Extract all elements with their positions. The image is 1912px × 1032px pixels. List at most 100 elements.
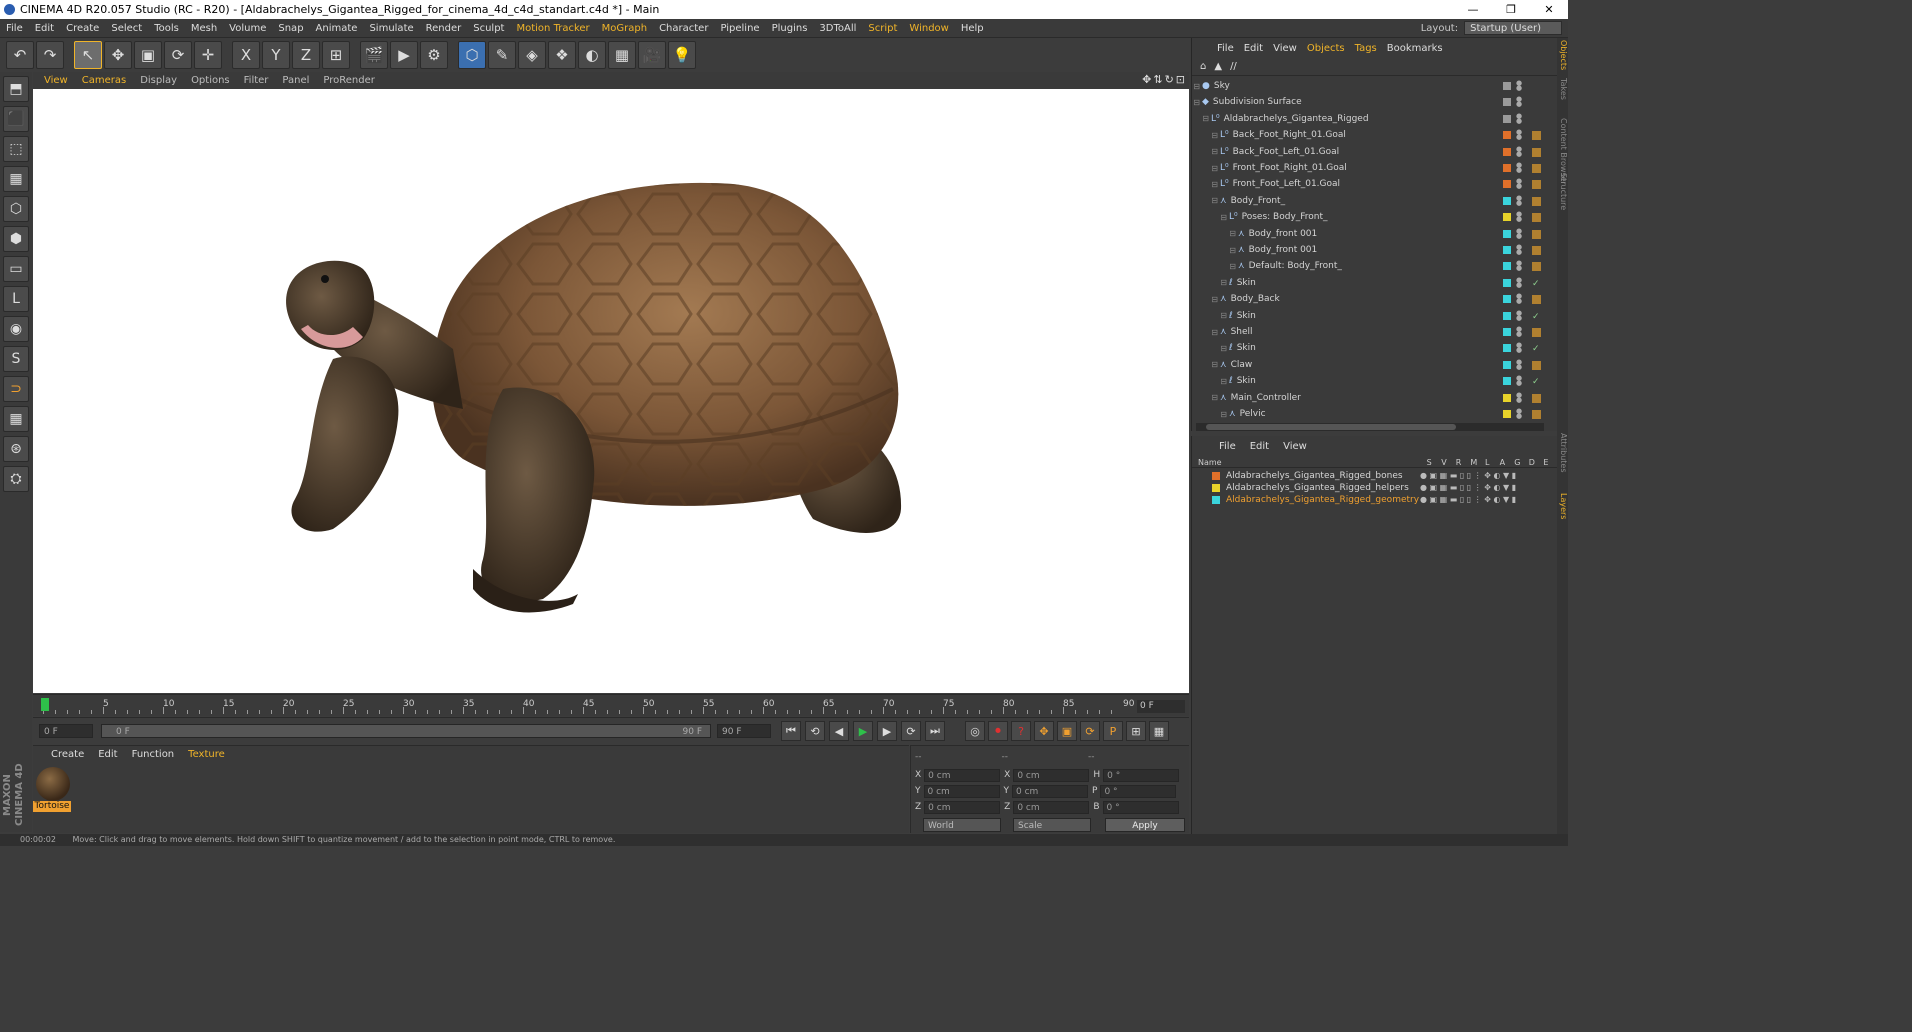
pen-icon[interactable]: ✎ (488, 40, 516, 69)
object-row[interactable]: ⊟ ⋏ Pelvic ● ● (1192, 406, 1547, 421)
render-settings-icon[interactable]: ⚙ (420, 40, 448, 69)
coordinate-system-icon[interactable]: ⊞ (322, 40, 350, 69)
rotation-b-field[interactable]: 0 ° (1102, 800, 1179, 814)
layer-color-swatch[interactable] (1503, 180, 1511, 189)
layer-color-swatch[interactable] (1503, 147, 1511, 156)
layer-color-swatch[interactable] (1503, 114, 1511, 123)
layer-color-swatch[interactable] (1503, 328, 1511, 336)
go-to-start-button[interactable]: ⏮ (781, 721, 801, 741)
material-swatch-tortoise[interactable] (36, 767, 70, 801)
object-menu-tags[interactable]: Tags (1350, 43, 1382, 54)
maximize-view-icon[interactable]: ⊡ (1176, 73, 1185, 86)
next-key-button[interactable]: ⟳ (901, 721, 921, 741)
viewport-menu-panel[interactable]: Panel (275, 75, 316, 86)
object-row[interactable]: ⊟ ● Sky ● ● (1192, 78, 1547, 94)
object-row[interactable]: ⊟ ℓ Skin ● ● ✓ (1192, 340, 1547, 356)
expand-toggle-icon[interactable]: ⊟ (1192, 344, 1229, 353)
light-icon[interactable]: 💡 (668, 40, 696, 69)
expand-toggle-icon[interactable]: ⊟ (1192, 278, 1229, 287)
left-tool-13-icon[interactable]: ⊛ (3, 436, 29, 462)
object-tag-icon[interactable] (1532, 262, 1541, 272)
select-arrow-icon[interactable]: ↖ (74, 40, 102, 69)
object-row[interactable]: ⊟ L⁰ Front_Foot_Right_01.Goal ● ● (1192, 160, 1547, 176)
menu-render[interactable]: Render (420, 23, 468, 34)
layer-color-swatch[interactable] (1503, 98, 1511, 107)
minimize-button[interactable]: — (1454, 0, 1492, 19)
object-row[interactable]: ⊟ L⁰ Back_Foot_Right_01.Goal ● ● (1192, 127, 1547, 143)
autokey-icon[interactable]: ⏺ (988, 721, 1008, 741)
object-menu-bookmarks[interactable]: Bookmarks (1382, 43, 1448, 54)
object-tag-icon[interactable] (1532, 393, 1541, 403)
scale-icon[interactable]: ▣ (134, 40, 162, 69)
previous-frame-button[interactable]: ◀ (829, 721, 849, 741)
visibility-dots-icon[interactable]: ● ● (1516, 342, 1522, 354)
expand-toggle-icon[interactable]: ⊟ (1192, 262, 1238, 271)
material-menu-edit[interactable]: Edit (98, 749, 117, 760)
visibility-dots-icon[interactable]: ● ● (1516, 260, 1522, 272)
visibility-dots-icon[interactable]: ● ● (1516, 194, 1522, 206)
menu-edit[interactable]: Edit (29, 23, 60, 34)
object-tag-icon[interactable] (1532, 246, 1541, 255)
object-tag-icon[interactable]: ✓ (1532, 312, 1541, 322)
viewport-menu-options[interactable]: Options (184, 75, 237, 86)
menu-snap[interactable]: Snap (272, 23, 309, 34)
pan-view-icon[interactable]: ✥ (1142, 73, 1151, 86)
left-tool-8-icon[interactable]: L (3, 286, 29, 312)
layer-color-chip[interactable] (1212, 472, 1220, 480)
visibility-dots-icon[interactable]: ● ● (1516, 309, 1522, 321)
visibility-dots-icon[interactable]: ● ● (1516, 96, 1522, 108)
object-tag-icon[interactable] (1532, 164, 1541, 173)
position-z-field[interactable]: 0 cm (924, 800, 1001, 814)
material-menu-function[interactable]: Function (132, 749, 175, 760)
expand-toggle-icon[interactable]: ⊟ (1192, 164, 1220, 173)
maximize-button[interactable]: ❐ (1492, 0, 1530, 19)
y-axis-icon[interactable]: Y (262, 40, 290, 69)
material-menu-texture[interactable]: Texture (188, 749, 225, 760)
left-tool-3-icon[interactable]: ⬚ (3, 136, 29, 162)
object-row[interactable]: ⊟ ◆ Subdivision Surface ● ● (1192, 94, 1547, 110)
visibility-dots-icon[interactable]: ● ● (1516, 227, 1522, 239)
expand-toggle-icon[interactable]: ⊟ (1192, 246, 1238, 255)
visibility-dots-icon[interactable]: ● ● (1516, 375, 1522, 387)
object-row[interactable]: ⊟ ⋏ Body_Back ● ● (1192, 291, 1547, 307)
timeline-icon[interactable]: ▦ (1149, 721, 1169, 741)
object-row[interactable]: ⊟ ⋏ Body_front 001 ● ● (1192, 242, 1547, 258)
object-row[interactable]: ⊟ ⋏ Main_Controller ● ● (1192, 390, 1547, 406)
object-tag-icon[interactable]: ✓ (1532, 279, 1541, 289)
menu-help[interactable]: Help (955, 23, 990, 34)
visibility-dots-icon[interactable]: ● ● (1516, 358, 1522, 370)
floor-icon[interactable]: ▦ (608, 40, 636, 69)
z-axis-icon[interactable]: Z (292, 40, 320, 69)
visibility-dots-icon[interactable]: ● ● (1516, 112, 1522, 124)
menu-plugins[interactable]: Plugins (766, 23, 814, 34)
object-row[interactable]: ⊟ ℓ Skin ● ● ✓ (1192, 308, 1547, 324)
material-menu-create[interactable]: Create (51, 749, 84, 760)
object-tag-icon[interactable] (1532, 360, 1541, 370)
subdivision-icon[interactable]: ◈ (518, 40, 546, 69)
object-row[interactable]: ⊟ L⁰ Front_Foot_Left_01.Goal ● ● (1192, 176, 1547, 192)
rotation-p-field[interactable]: 0 ° (1100, 784, 1177, 798)
object-row[interactable]: ⊟ ℓ Skin ● ● ✓ (1192, 373, 1547, 389)
expand-toggle-icon[interactable]: ⊟ (1192, 180, 1220, 189)
timeline-ruler[interactable]: 051015202530354045505560657075808590 0 F (33, 694, 1189, 716)
expand-toggle-icon[interactable]: ⊟ (1192, 131, 1220, 140)
size-y-field[interactable]: 0 cm (1012, 784, 1088, 798)
menu-select[interactable]: Select (105, 23, 148, 34)
render-view-icon[interactable]: 🎬 (360, 40, 388, 69)
right-tab-structure[interactable]: Structure (1557, 173, 1568, 210)
next-frame-button[interactable]: ▶ (877, 721, 897, 741)
close-button[interactable]: ✕ (1530, 0, 1568, 19)
deformer-icon[interactable]: ◐ (578, 40, 606, 69)
layer-color-swatch[interactable] (1503, 131, 1511, 140)
object-row[interactable]: ⊟ L⁰ Aldabrachelys_Gigantea_Rigged ● ● (1192, 111, 1547, 127)
render-picture-viewer-icon[interactable]: ▶ (390, 40, 418, 69)
home-icon[interactable]: ⌂ (1200, 61, 1206, 72)
menu-create[interactable]: Create (60, 23, 105, 34)
menu-tools[interactable]: Tools (148, 23, 185, 34)
visibility-dots-icon[interactable]: ● ● (1516, 244, 1522, 256)
expand-toggle-icon[interactable]: ⊟ (1192, 410, 1229, 419)
expand-toggle-icon[interactable]: ⊟ (1192, 213, 1229, 222)
layer-color-swatch[interactable] (1503, 82, 1511, 90)
record-icon[interactable]: ◎ (965, 721, 985, 741)
object-tag-icon[interactable] (1532, 213, 1541, 223)
